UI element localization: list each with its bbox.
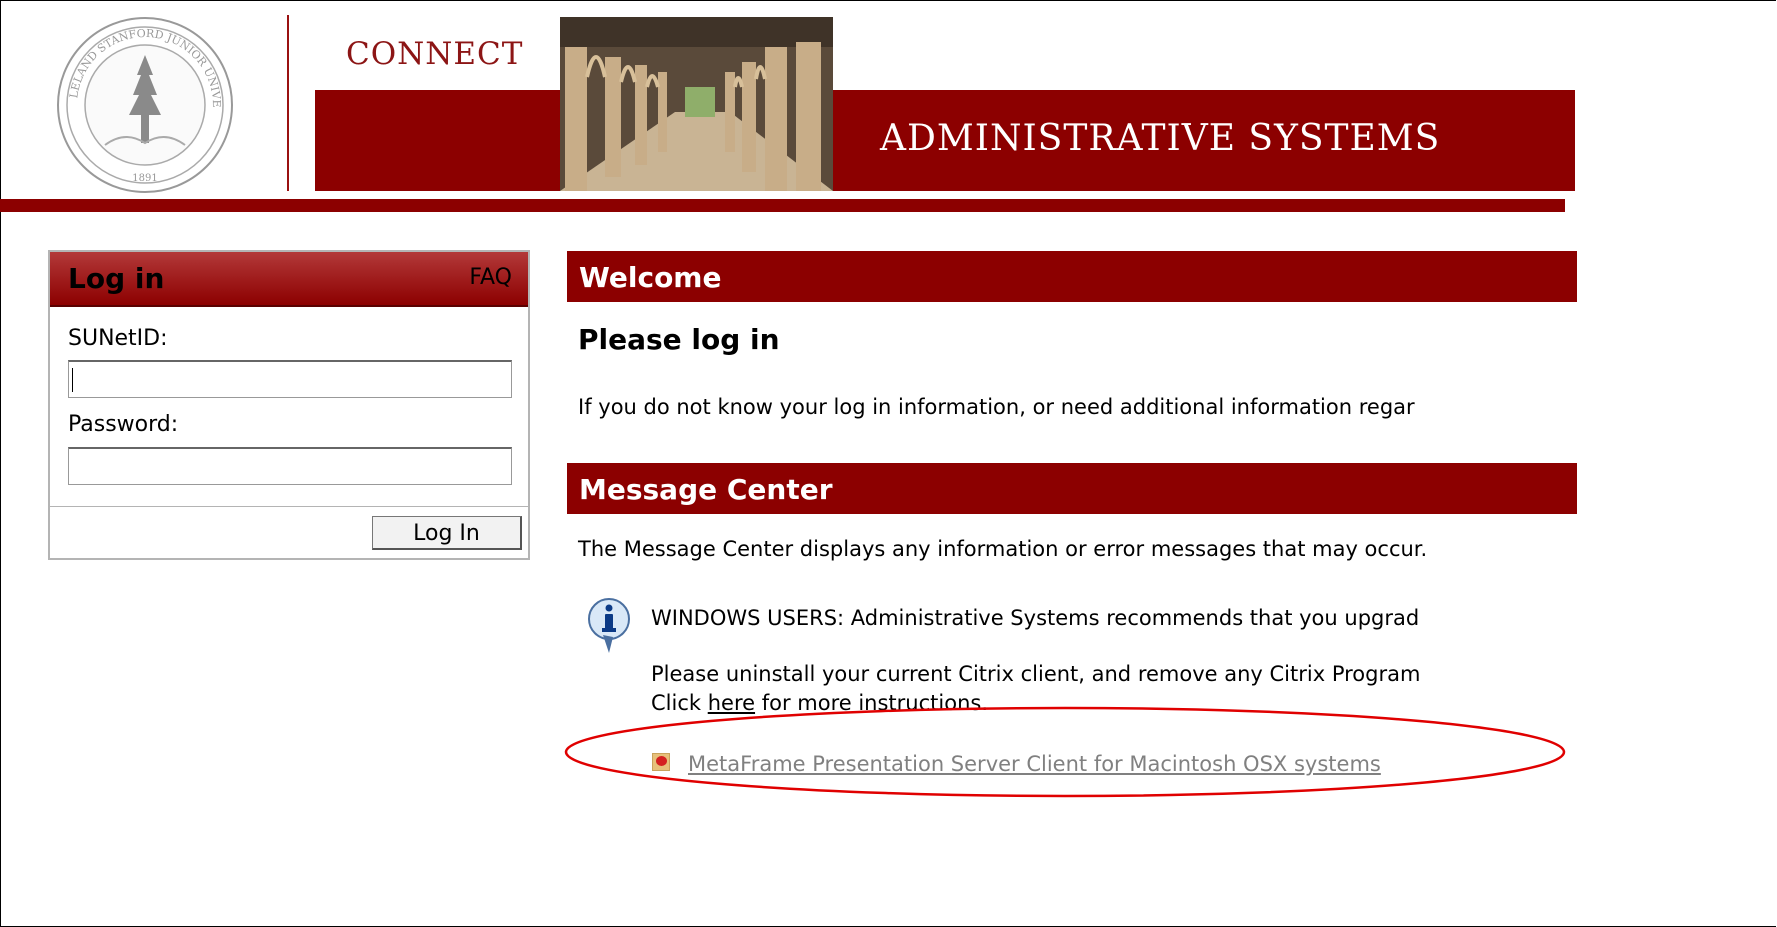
login-panel: Log in FAQ SUNetID: Password: Log In (48, 250, 530, 560)
arcade-photo (560, 17, 833, 191)
notice-line-2: Please uninstall your current Citrix cli… (651, 662, 1421, 686)
welcome-bar: Welcome (567, 251, 1577, 302)
login-panel-header: Log in FAQ (50, 252, 528, 307)
welcome-title: Welcome (579, 261, 722, 294)
notice-line-1: WINDOWS USERS: Administrative Systems re… (651, 606, 1420, 630)
header-divider (287, 15, 289, 191)
password-label: Password: (68, 412, 179, 437)
log-in-button[interactable]: Log In (372, 516, 522, 550)
password-input[interactable] (68, 447, 512, 485)
info-icon (588, 598, 630, 653)
login-separator (50, 506, 528, 507)
svg-text:1891: 1891 (132, 173, 157, 184)
faq-link[interactable]: FAQ (469, 265, 512, 290)
message-center-intro: The Message Center displays any informat… (578, 537, 1428, 561)
annotation-ellipse (564, 706, 1566, 798)
message-center-title: Message Center (579, 473, 833, 506)
header-rule (0, 199, 1565, 212)
login-title: Log in (68, 262, 165, 295)
welcome-text: If you do not know your log in informati… (578, 395, 1415, 419)
message-center-bar: Message Center (567, 463, 1577, 514)
sunetid-input[interactable] (68, 360, 512, 398)
text-cursor (72, 368, 73, 392)
university-seal-logo: LELAND STANFORD JUNIOR UNIVERSITY 1891 (55, 15, 233, 193)
site-title: ADMINISTRATIVE SYSTEMS (880, 118, 1441, 159)
sunetid-label: SUNetID: (68, 326, 168, 351)
please-log-in-heading: Please log in (578, 323, 780, 356)
connect-label: CONNECT (346, 36, 524, 72)
